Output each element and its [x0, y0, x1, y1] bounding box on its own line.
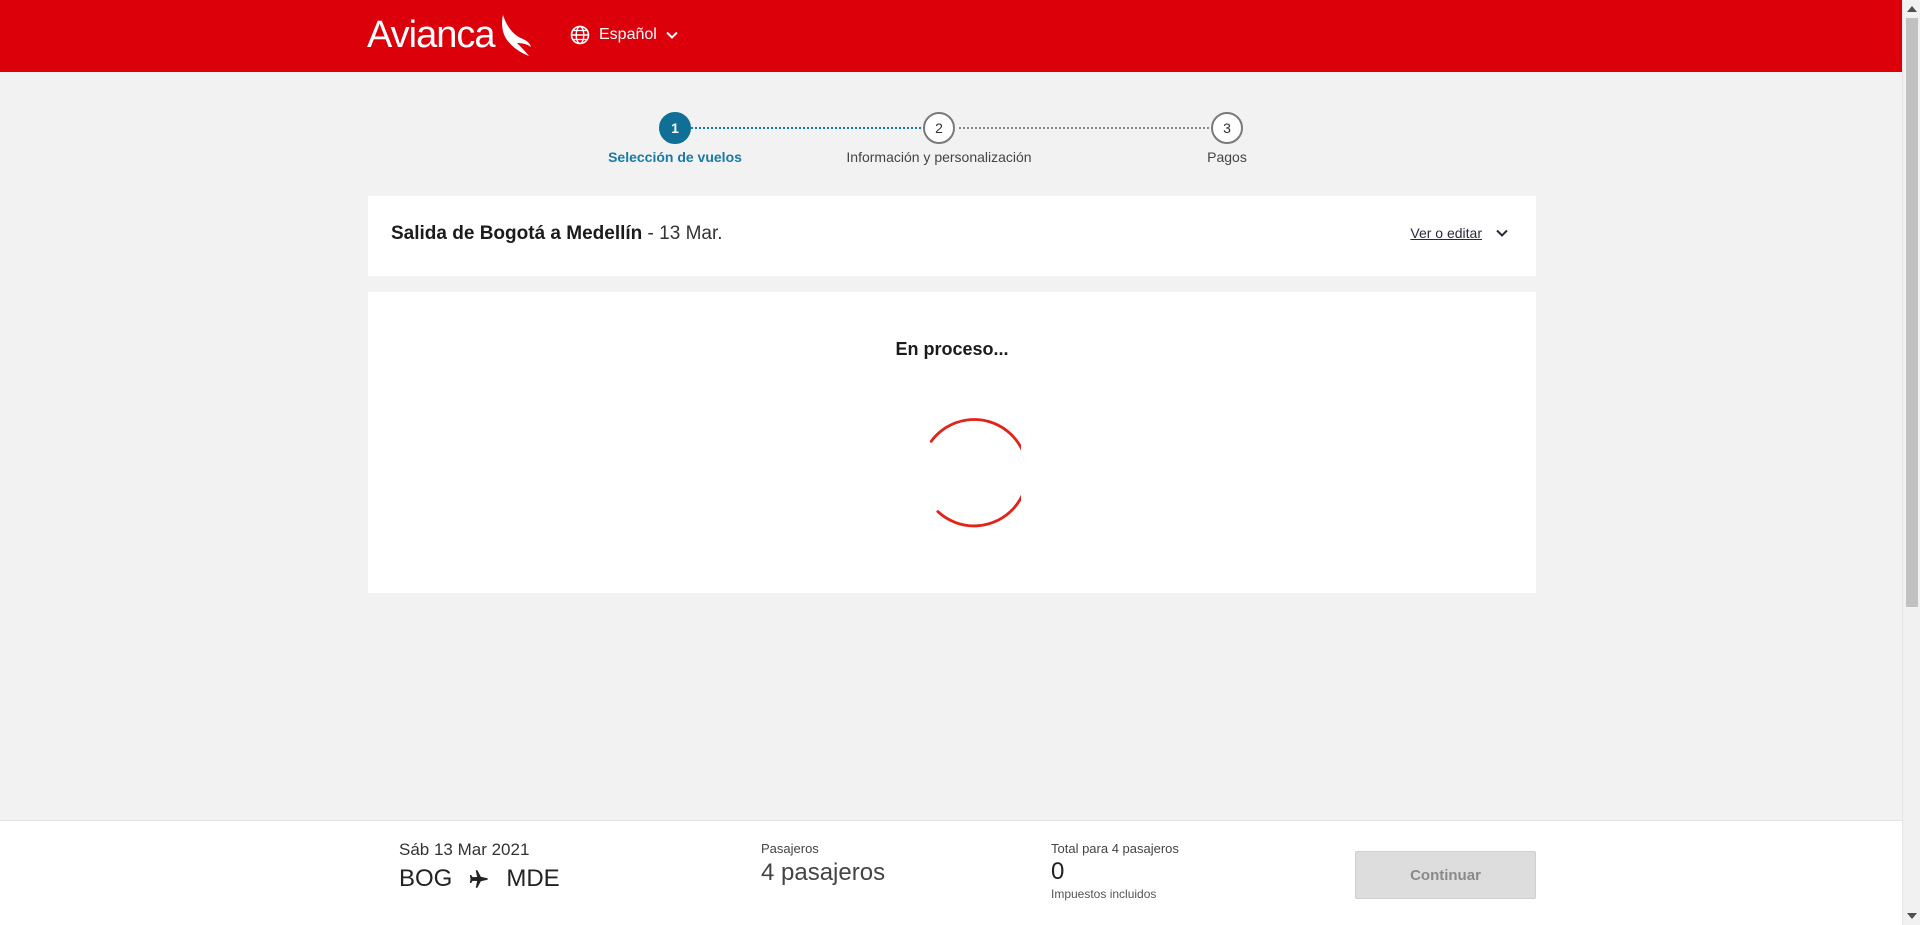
step-3-circle[interactable]: 3: [1211, 112, 1243, 144]
plane-icon: [470, 870, 489, 888]
top-header: Avianca Español: [0, 0, 1902, 72]
vertical-scrollbar[interactable]: [1902, 0, 1920, 925]
step-connector-1: [691, 127, 925, 129]
page: Avianca Español 1 Selección de vuelos 2 …: [0, 0, 1920, 925]
footer-date: Sáb 13 Mar 2021: [399, 840, 530, 859]
step-3-label: Pagos: [1207, 149, 1247, 165]
chevron-down-icon: [666, 31, 678, 39]
scroll-up-arrow-icon[interactable]: [1907, 6, 1917, 12]
booking-stepper: 1 Selección de vuelos 2 Información y pe…: [600, 110, 1300, 170]
loading-card: En proceso...: [368, 292, 1536, 593]
view-or-edit-label: Ver o editar: [1410, 225, 1482, 241]
total-label: Total para 4 pasajeros: [1051, 841, 1179, 856]
chevron-down-icon: [1496, 229, 1508, 237]
total-value: 0: [1051, 858, 1065, 885]
passengers-label: Pasajeros: [761, 841, 819, 856]
origin-code: BOG: [399, 865, 453, 892]
flight-date: - 13 Mar.: [642, 223, 723, 244]
flight-route: Salida de Bogotá a Medellín: [391, 223, 643, 244]
view-or-edit-link[interactable]: Ver o editar: [1410, 225, 1508, 241]
bird-logo-icon: [501, 15, 531, 56]
loading-text: En proceso...: [895, 339, 1009, 359]
step-1-circle[interactable]: 1: [659, 112, 691, 144]
footer-route: BOG MDE: [399, 865, 560, 893]
booking-footer: Sáb 13 Mar 2021 BOG MDE Pasajeros 4 pasa…: [0, 820, 1902, 925]
continue-button[interactable]: Continuar: [1355, 851, 1536, 899]
step-2-label: Información y personalización: [846, 149, 1032, 165]
scroll-thumb[interactable]: [1906, 18, 1918, 607]
step-1-label: Selección de vuelos: [608, 149, 742, 165]
step-connector-2: [959, 127, 1213, 129]
taxes-note: Impuestos incluidos: [1051, 887, 1157, 901]
destination-code: MDE: [506, 865, 560, 892]
passengers-value: 4 pasajeros: [761, 859, 886, 886]
step-2-circle[interactable]: 2: [923, 112, 955, 144]
avianca-logo[interactable]: Avianca: [367, 12, 533, 58]
scroll-down-arrow-icon[interactable]: [1907, 913, 1917, 919]
language-label: Español: [599, 26, 657, 43]
language-selector[interactable]: Español: [570, 22, 678, 48]
globe-icon: [570, 25, 590, 45]
flight-title: Salida de Bogotá a Medellín - 13 Mar.: [391, 223, 723, 245]
brand-name: Avianca: [367, 13, 496, 56]
loading-spinner-icon: [929, 418, 1021, 528]
flight-summary-card: Salida de Bogotá a Medellín - 13 Mar. Ve…: [368, 196, 1536, 276]
